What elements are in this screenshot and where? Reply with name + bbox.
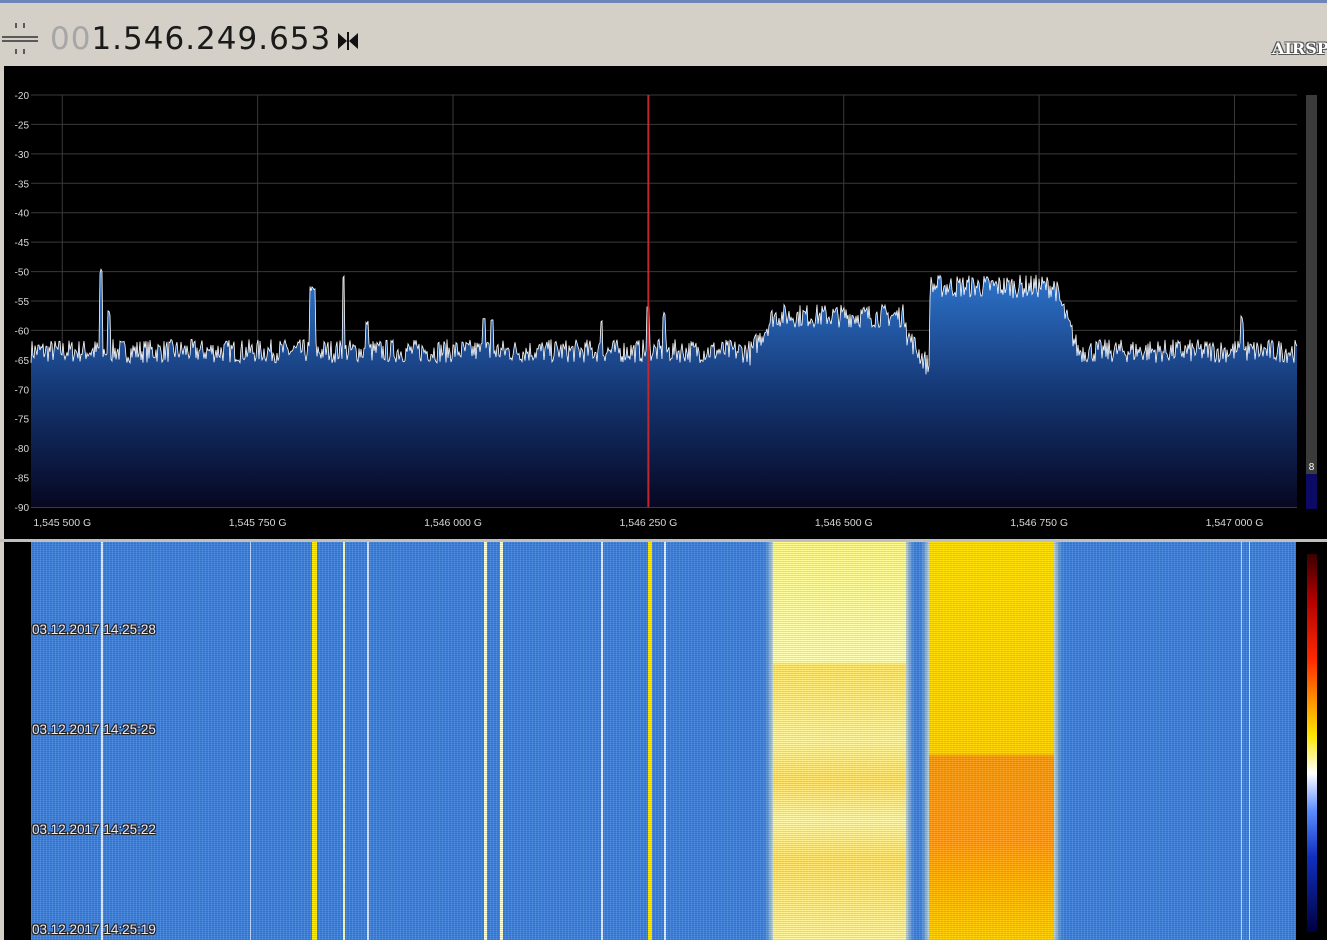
y-tick-label: -40 — [15, 209, 30, 220]
frequency-display[interactable]: 001.546.249.653 — [50, 20, 331, 58]
y-tick-label: -50 — [15, 268, 30, 279]
y-tick-label: -45 — [15, 238, 30, 249]
waterfall-timestamp: 03.12.2017 14:25:19 — [32, 922, 156, 937]
y-tick-label: -90 — [15, 503, 30, 514]
y-tick-label: -80 — [15, 444, 30, 455]
frequency-step-icon[interactable] — [2, 19, 38, 59]
spectrum-panel[interactable]: -20 -25 -30 -35 -40 -45 -50 -55 -60 -65 -70 -75 -80 -… — [4, 66, 1327, 539]
x-tick-label: 1,545 750 G — [229, 517, 287, 529]
frequency-value: 1.546.249.653 — [91, 21, 332, 57]
airspy-logo: AIRSP — [1272, 39, 1327, 58]
signal-level-fill — [1306, 474, 1317, 509]
x-tick-label: 1,546 500 G — [815, 517, 873, 529]
waterfall-noise-texture — [31, 542, 1296, 940]
y-tick-label: -60 — [15, 326, 30, 337]
spectrum-chart[interactable]: -20 -25 -30 -35 -40 -45 -50 -55 -60 -65 -70 -75 -80 -… — [4, 66, 1327, 539]
y-tick-label: -70 — [15, 385, 30, 396]
waterfall-timestamp: 03.12.2017 14:25:28 — [32, 622, 156, 637]
y-tick-label: -75 — [15, 415, 30, 426]
waterfall-image[interactable] — [31, 542, 1296, 940]
bowtie-tune-icon[interactable] — [336, 30, 360, 52]
x-tick-label: 1,547 000 G — [1206, 517, 1264, 529]
x-tick-label: 1,546 000 G — [424, 517, 482, 529]
y-tick-label: -65 — [15, 356, 30, 367]
x-tick-label: 1,546 750 G — [1010, 517, 1068, 529]
y-tick-label: -55 — [15, 297, 30, 308]
y-tick-label: -25 — [15, 120, 30, 131]
x-tick-label: 1,545 500 G — [33, 517, 91, 529]
y-tick-label: -30 — [15, 150, 30, 161]
toolbar: 001.546.249.653 AIRSP — [0, 3, 1327, 64]
x-tick-label: 1,546 250 G — [619, 517, 677, 529]
waterfall-color-scale — [1307, 554, 1317, 932]
signal-level-bar — [1306, 95, 1317, 509]
y-tick-label: -20 — [15, 91, 30, 102]
waterfall-timestamp: 03.12.2017 14:25:22 — [32, 822, 156, 837]
y-tick-label: -35 — [15, 179, 30, 190]
waterfall-timestamp: 03.12.2017 14:25:25 — [32, 722, 156, 737]
frequency-leading-zeros: 00 — [50, 21, 92, 57]
y-tick-label: -85 — [15, 474, 30, 485]
waterfall-panel[interactable]: 03.12.2017 14:25:28 03.12.2017 14:25:25 03… — [4, 542, 1327, 940]
spectrum-fill — [31, 269, 1297, 507]
signal-level-value: 8 — [1309, 462, 1315, 473]
